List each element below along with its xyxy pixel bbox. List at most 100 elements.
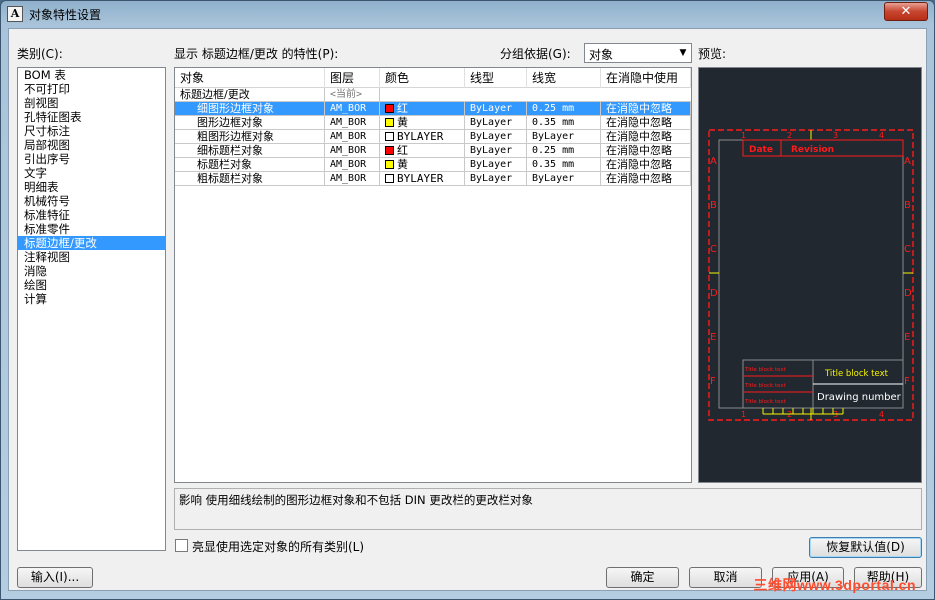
column-number-bottom: 4 (879, 410, 884, 419)
preview-panel: 11223344AABBCCDDEEFFDateRevisionTitle bl… (698, 67, 922, 483)
title-block-small-text: Title block text (744, 383, 787, 389)
row-linetype-cell: ByLayer (465, 172, 527, 186)
column-number-top: 2 (787, 131, 792, 140)
row-layer-cell: AM_BOR (325, 102, 380, 116)
cancel-button[interactable]: 取消 (689, 567, 762, 588)
categories-label: 类别(C): (17, 47, 63, 61)
column-number-top: 3 (833, 131, 838, 140)
group-by-combobox[interactable]: 对象 ▼ (584, 43, 692, 63)
column-number-top: 1 (741, 131, 746, 140)
column-header-object[interactable]: 对象 (175, 68, 325, 88)
category-item[interactable]: 孔特征图表 (18, 110, 165, 124)
category-item[interactable]: 明细表 (18, 180, 165, 194)
column-header-layer[interactable]: 图层 (325, 68, 380, 88)
revision-date-label: Date (749, 145, 773, 155)
row-letter-right: F (904, 376, 910, 387)
color-swatch (385, 104, 394, 113)
row-letter-right: C (904, 244, 911, 255)
color-swatch (385, 132, 394, 141)
row-object-cell: 图形边框对象 (175, 116, 325, 130)
row-linetype-cell: ByLayer (465, 116, 527, 130)
row-object-cell: 细标题栏对象 (175, 144, 325, 158)
title-bar[interactable]: A 对象特性设置 ✕ (1, 1, 934, 27)
row-layer-cell: AM_BOR (325, 144, 380, 158)
table-row[interactable]: 细标题栏对象 AM_BOR 红 ByLayer 0.25 mm 在消隐中忽略 (175, 144, 691, 158)
row-letter-left: B (710, 200, 717, 211)
row-letter-right: B (904, 200, 911, 211)
category-item[interactable]: 注释视图 (18, 250, 165, 264)
close-button[interactable]: ✕ (884, 2, 928, 21)
category-item[interactable]: 标准零件 (18, 222, 165, 236)
row-hidden-cell: 在消隐中忽略 (601, 172, 691, 186)
row-hidden-cell: 在消隐中忽略 (601, 144, 691, 158)
category-item[interactable]: BOM 表 (18, 68, 165, 82)
row-hidden-cell: 在消隐中忽略 (601, 102, 691, 116)
column-header-linetype[interactable]: 线型 (465, 68, 527, 88)
category-item[interactable]: 文字 (18, 166, 165, 180)
row-color-name: BYLAYER (397, 130, 444, 143)
category-item[interactable]: 尺寸标注 (18, 124, 165, 138)
group-row-object: 标题边框/更改 (175, 88, 325, 102)
category-item[interactable]: 引出序号 (18, 152, 165, 166)
row-lineweight-cell: ByLayer (527, 172, 601, 186)
row-linetype-cell: ByLayer (465, 158, 527, 172)
category-item[interactable]: 剖视图 (18, 96, 165, 110)
highlight-checkbox[interactable] (175, 539, 188, 552)
row-hidden-cell: 在消隐中忽略 (601, 130, 691, 144)
chevron-down-icon[interactable]: ▼ (675, 44, 691, 62)
row-lineweight-cell: ByLayer (527, 130, 601, 144)
preview-label: 预览: (698, 47, 727, 61)
row-lineweight-cell: 0.35 mm (527, 158, 601, 172)
category-item[interactable]: 局部视图 (18, 138, 165, 152)
row-letter-left: A (710, 156, 717, 167)
column-header-lineweight[interactable]: 线宽 (527, 68, 601, 88)
color-swatch (385, 160, 394, 169)
row-hidden-cell: 在消隐中忽略 (601, 116, 691, 130)
autocad-app-icon: A (7, 6, 23, 22)
category-item[interactable]: 不可打印 (18, 82, 165, 96)
row-object-name: 粗图形边框对象 (197, 130, 274, 143)
category-item[interactable]: 标准特征 (18, 208, 165, 222)
row-letter-right: D (904, 288, 912, 299)
table-row[interactable]: 图形边框对象 AM_BOR 黄 ByLayer 0.35 mm 在消隐中忽略 (175, 116, 691, 130)
category-item[interactable]: 消隐 (18, 264, 165, 278)
row-hidden-cell: 在消隐中忽略 (601, 158, 691, 172)
row-layer-cell: AM_BOR (325, 130, 380, 144)
title-block-small-text: Title block text (744, 399, 787, 405)
color-swatch (385, 174, 394, 183)
row-color-name: 红 (397, 102, 408, 115)
category-item[interactable]: 标题边框/更改 (18, 236, 165, 250)
category-item[interactable]: 绘图 (18, 278, 165, 292)
column-number-top: 4 (879, 131, 884, 140)
column-header-color[interactable]: 颜色 (380, 68, 465, 88)
table-row[interactable]: 粗图形边框对象 AM_BOR BYLAYER ByLayer ByLayer 在消隐中忽略 (175, 130, 691, 144)
categories-listbox[interactable]: BOM 表不可打印 剖视图 孔特征图表 尺寸标注 局部视图 引出序号 文字 明细表 机械符号 标准… (17, 67, 166, 551)
highlight-checkbox-label[interactable]: 亮显使用选定对象的所有类别(L) (192, 538, 364, 555)
row-linetype-cell: ByLayer (465, 130, 527, 144)
row-letter-right: E (904, 332, 910, 343)
row-lineweight-cell: 0.25 mm (527, 144, 601, 158)
row-color-cell: BYLAYER (380, 130, 465, 144)
row-color-name: 黄 (397, 158, 408, 171)
ok-button[interactable]: 确定 (606, 567, 679, 588)
import-button[interactable]: 输入(I)... (17, 567, 93, 588)
restore-defaults-button[interactable]: 恢复默认值(D) (809, 537, 922, 558)
column-header-hidden[interactable]: 在消隐中使用 (601, 68, 691, 88)
table-row[interactable]: 细图形边框对象 AM_BOR 红 ByLayer 0.25 mm 在消隐中忽略 (175, 102, 691, 116)
info-box: 影响 使用细线绘制的图形边框对象和不包括 DIN 更改栏的更改栏对象 (174, 488, 922, 530)
category-item[interactable]: 机械符号 (18, 194, 165, 208)
info-text: 影响 使用细线绘制的图形边框对象和不包括 DIN 更改栏的更改栏对象 (179, 493, 533, 507)
row-letter-left: D (710, 288, 718, 299)
table-row[interactable]: 标题栏对象 AM_BOR 黄 ByLayer 0.35 mm 在消隐中忽略 (175, 158, 691, 172)
row-color-cell: BYLAYER (380, 172, 465, 186)
row-lineweight-cell: 0.35 mm (527, 116, 601, 130)
table-row[interactable]: 粗标题栏对象 AM_BOR BYLAYER ByLayer ByLayer 在消隐中忽略 (175, 172, 691, 186)
grid-group-row[interactable]: 标题边框/更改 <当前> (175, 88, 691, 102)
title-block-large-text: Title block text (824, 369, 889, 379)
color-swatch (385, 118, 394, 127)
color-swatch (385, 146, 394, 155)
site-watermark: 三维网www.3dportal.cn (753, 577, 916, 593)
properties-grid[interactable]: 对象 图层 颜色 线型 线宽 在消隐中使用 标题边框/更改 <当前> 细图形边框… (174, 67, 692, 483)
category-item[interactable]: 计算 (18, 292, 165, 306)
window-title: 对象特性设置 (29, 8, 102, 22)
